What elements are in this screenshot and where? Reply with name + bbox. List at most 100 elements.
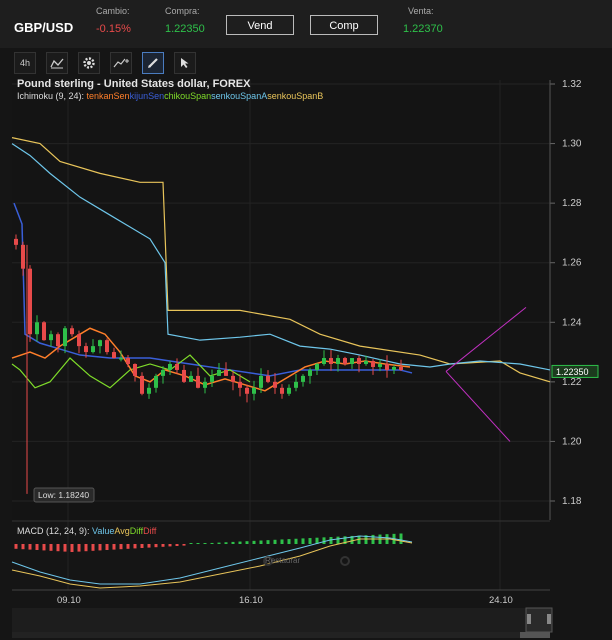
macd-histogram-bar (210, 542, 214, 544)
macd-histogram-bar (70, 544, 74, 552)
restore-zoom-button[interactable]: Restaurar (265, 556, 300, 565)
candle-body (252, 387, 256, 394)
legend-macd-value: Value (92, 526, 115, 536)
macd-histogram-bar (301, 538, 305, 544)
scrollbar-track (12, 632, 550, 638)
candle-body (301, 375, 305, 382)
candle-body (84, 346, 88, 353)
candle-body (280, 387, 284, 394)
date-tick-label: 09.10 (57, 595, 81, 606)
macd-histogram-bar (119, 544, 123, 550)
candle-body (329, 358, 333, 364)
macd-histogram-bar (91, 544, 95, 551)
current-price-label: 1.22350 (556, 367, 589, 377)
candle-body (161, 369, 165, 376)
price-tick-label: 1.20 (562, 436, 582, 447)
candle-body (364, 361, 368, 364)
scrollbar-thumb (520, 632, 550, 638)
candle-body (70, 328, 74, 335)
ichimoku-legend: Ichimoku (9, 24): tenkanSenkijunSenchiko… (17, 91, 323, 101)
candle-body (322, 358, 326, 364)
candle-body (140, 375, 144, 394)
candle-body (245, 387, 249, 394)
macd-histogram-bar (294, 538, 298, 544)
macd-histogram-bar (140, 544, 144, 548)
navigator-handle-right (547, 614, 551, 624)
macd-histogram-bar (224, 542, 228, 544)
candle-body (266, 375, 270, 382)
macd-histogram-bar (84, 544, 88, 552)
candle-body (357, 358, 361, 364)
candle-body (105, 340, 109, 353)
candle-body (315, 363, 319, 370)
macd-histogram-bar (63, 544, 67, 552)
candle-body (392, 366, 396, 370)
macd-histogram-bar (273, 539, 277, 544)
macd-histogram-bar (231, 541, 235, 544)
macd-histogram-bar (266, 540, 270, 544)
candle-body (217, 369, 221, 376)
candle-body (399, 366, 403, 370)
ichimoku-legend-prefix: Ichimoku (9, 24): (17, 91, 87, 101)
macd-histogram-bar (259, 540, 263, 544)
candle-body (154, 375, 158, 388)
macd-legend: MACD (12, 24, 9): ValueAvgDiffDiff (17, 526, 156, 536)
candle-body (350, 358, 354, 364)
candle-body (119, 358, 123, 360)
macd-histogram-bar (112, 544, 116, 550)
candle-body (175, 363, 179, 370)
candle-body (343, 358, 347, 364)
price-tick-label: 1.24 (562, 317, 582, 328)
candle-body (189, 375, 193, 382)
zoom-in-icon (340, 556, 350, 566)
candle-body (231, 375, 235, 382)
macd-histogram-bar (175, 544, 179, 546)
candle-body (63, 328, 67, 347)
candle-body (273, 381, 277, 388)
candle-body (196, 375, 200, 388)
candle-body (147, 387, 151, 394)
candle-body (126, 358, 130, 364)
macd-histogram-bar (77, 544, 81, 552)
macd-legend-prefix: MACD (12, 24, 9): (17, 526, 93, 536)
macd-histogram-bar (322, 537, 326, 544)
candle-body (385, 363, 389, 370)
legend-kijunsen: kijunSen (129, 91, 165, 101)
macd-histogram-bar (105, 544, 109, 550)
macd-histogram-bar (203, 543, 207, 544)
price-panel (12, 80, 550, 520)
legend-tenkansen: tenkanSen (86, 91, 130, 101)
macd-histogram-bar (189, 543, 193, 544)
candle-body (259, 375, 263, 388)
candle-body (112, 352, 116, 359)
macd-histogram-bar (35, 544, 39, 550)
low-label: Low: 1.18240 (38, 490, 89, 500)
macd-histogram-bar (168, 544, 172, 547)
legend-senkouspanb: senkouSpanB (267, 91, 324, 101)
candle-body (203, 381, 207, 388)
macd-histogram-bar (14, 544, 18, 549)
legend-chikouspan: chikouSpan (164, 91, 212, 101)
macd-histogram-bar (56, 544, 60, 552)
candle-body (21, 244, 25, 269)
macd-histogram-bar (42, 544, 46, 551)
legend-macd-diff: Diff (129, 526, 144, 536)
macd-histogram-bar (126, 544, 130, 549)
macd-histogram-bar (196, 543, 200, 544)
macd-histogram-bar (287, 539, 291, 544)
candle-body (42, 322, 46, 341)
candle-body (28, 268, 32, 335)
macd-histogram-bar (336, 536, 340, 544)
macd-histogram-bar (238, 541, 242, 544)
candle-body (14, 238, 18, 245)
candle-body (294, 381, 298, 388)
macd-histogram-bar (308, 538, 312, 544)
candle-body (336, 358, 340, 364)
price-tick-label: 1.22 (562, 377, 582, 388)
macd-histogram-bar (28, 544, 32, 550)
candle-body (35, 322, 39, 335)
macd-histogram-bar (21, 544, 25, 550)
macd-histogram-bar (252, 540, 256, 544)
candle-body (238, 381, 242, 388)
macd-histogram-bar (280, 539, 284, 544)
